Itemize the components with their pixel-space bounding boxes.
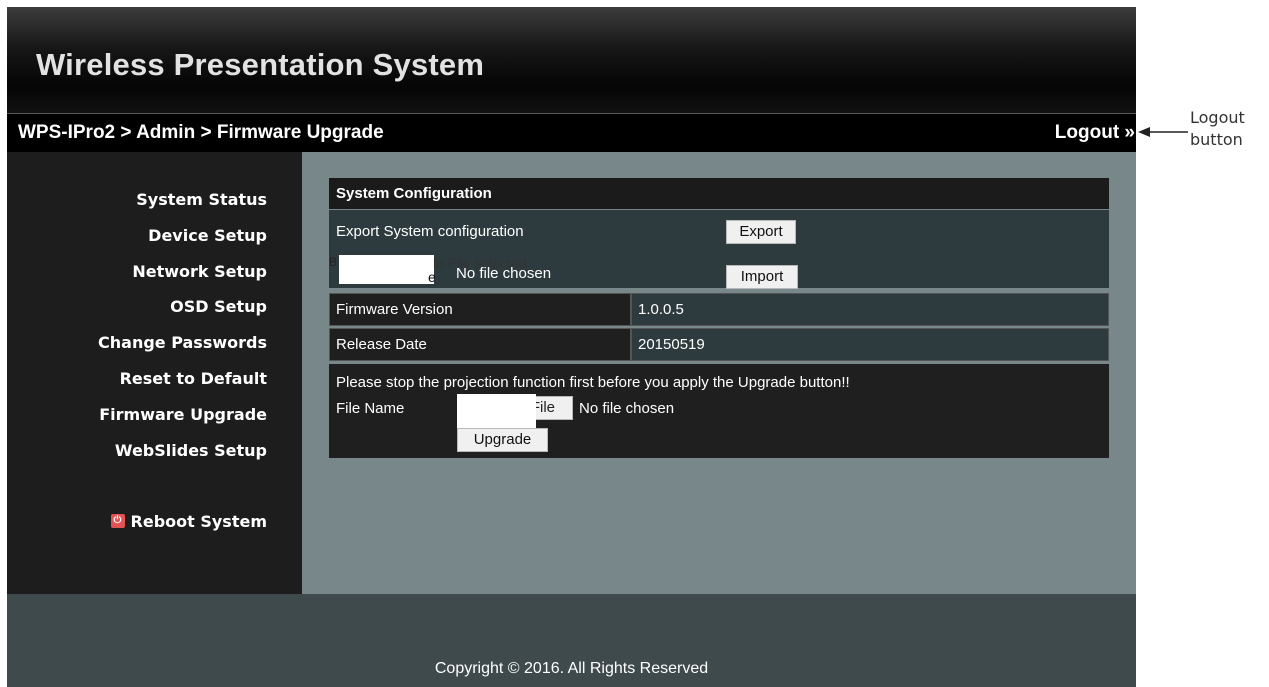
app-header: Wireless Presentation System (7, 7, 1136, 113)
logout-button[interactable]: Logout » (1055, 122, 1136, 144)
sidebar-item-firmware-upgrade[interactable]: Firmware Upgrade (99, 405, 267, 424)
reboot-label: Reboot System (130, 512, 267, 531)
import-choose-partial: e (428, 269, 436, 285)
upgrade-button[interactable]: Upgrade (457, 428, 548, 452)
firmware-version-value-cell: 1.0.0.5 (631, 293, 1109, 326)
sidebar-item-network-setup[interactable]: Network Setup (132, 262, 267, 281)
export-label: Export System configuration (336, 223, 524, 240)
import-file-status: No file chosen (456, 265, 552, 282)
footer: Copyright © 2016. All Rights Reserved (7, 594, 1136, 687)
config-panel-header: System Configuration (329, 178, 1109, 209)
reboot-system-link[interactable]: ⏻ Reboot System (110, 512, 267, 531)
upgrade-panel: Please stop the projection function firs… (329, 364, 1109, 458)
release-date-value-cell: 20150519 (631, 328, 1109, 361)
upgrade-file-status: No file chosen (579, 400, 675, 417)
import-overlap-text: B (329, 255, 338, 269)
sidebar: System Status Device Setup Network Setup… (7, 152, 302, 594)
annotation-arrow-icon (1138, 127, 1188, 137)
choose-file-redaction (457, 394, 536, 428)
release-date-label-cell: Release Date (329, 328, 631, 361)
breadcrumb: WPS-IPro2 > Admin > Firmware Upgrade (18, 122, 384, 143)
sidebar-item-system-status[interactable]: System Status (136, 190, 267, 209)
sidebar-item-reset-to-default[interactable]: Reset to Default (120, 369, 267, 388)
sidebar-item-osd-setup[interactable]: OSD Setup (170, 297, 267, 316)
power-icon: ⏻ (110, 513, 125, 528)
release-date-label: Release Date (336, 336, 427, 353)
annotation-line-1: Logout (1190, 108, 1245, 127)
copyright-text: Copyright © 2016. All Rights Reserved (434, 660, 709, 677)
annotation-line-2: button (1190, 130, 1243, 149)
firmware-version-label: Firmware Version (336, 301, 453, 318)
export-button[interactable]: Export (726, 220, 796, 244)
release-date-value: 20150519 (638, 336, 705, 353)
upgrade-notice: Please stop the projection function firs… (336, 374, 850, 391)
config-title: System Configuration (336, 185, 492, 202)
file-name-label: File Name (336, 400, 405, 417)
page-frame: Wireless Presentation System WPS-IPro2 >… (7, 7, 1136, 687)
release-date-row: Release Date 20150519 (329, 328, 1109, 361)
navbar: WPS-IPro2 > Admin > Firmware Upgrade Log… (7, 113, 1136, 152)
sidebar-item-change-passwords[interactable]: Change Passwords (98, 333, 267, 352)
sidebar-item-device-setup[interactable]: Device Setup (148, 226, 267, 245)
import-choose-file-button[interactable] (339, 255, 434, 284)
import-button[interactable]: Import (726, 265, 798, 289)
sidebar-item-webslides-setup[interactable]: WebSlides Setup (115, 441, 267, 460)
app-title: Wireless Presentation System (36, 47, 485, 82)
firmware-version-row: Firmware Version 1.0.0.5 (329, 293, 1109, 326)
annotation-label: Logout button (1190, 107, 1245, 151)
firmware-version-value: 1.0.0.5 (638, 301, 684, 318)
firmware-version-label-cell: Firmware Version (329, 293, 631, 326)
config-panel-body: Export System configuration Export B lo … (329, 210, 1109, 289)
